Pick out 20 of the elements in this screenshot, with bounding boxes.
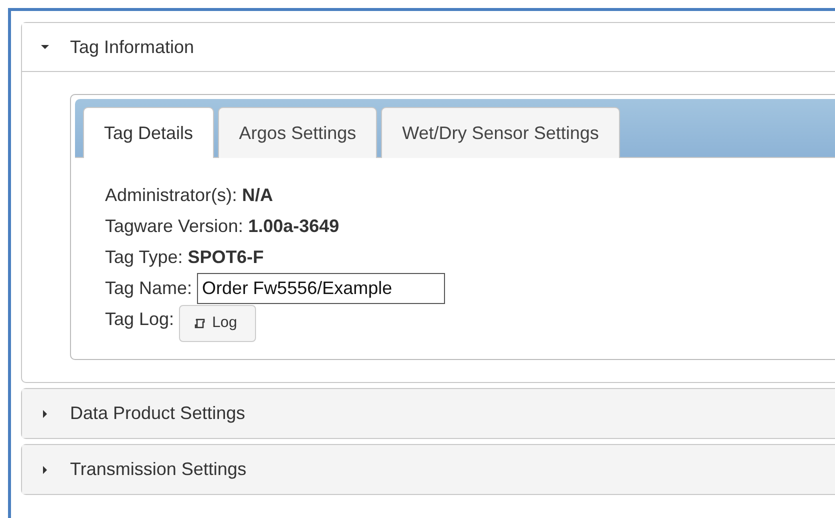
log-button[interactable]: Log [179, 305, 256, 342]
caret-right-icon[interactable] [40, 408, 50, 418]
tab[interactable]: Tag Details [83, 107, 214, 158]
panel-title[interactable]: Tag Information [70, 34, 194, 60]
field-label: Administrator(s): [105, 184, 238, 207]
caret-down-icon[interactable] [40, 42, 50, 52]
field-value: 1.00a-3649 [248, 215, 340, 238]
field-label: Tag Log: [105, 308, 174, 331]
panel-title[interactable]: Data Product Settings [70, 400, 246, 427]
caret-right-icon[interactable] [40, 464, 50, 474]
input-field[interactable]: Order Fw5556/Example [197, 273, 446, 304]
tab[interactable]: Wet/Dry Sensor Settings [381, 107, 620, 158]
field-label: Tag Type: [105, 246, 183, 269]
scroll-icon [194, 318, 206, 329]
panel-title[interactable]: Transmission Settings [70, 456, 246, 483]
field-label: Tagware Version: [105, 215, 244, 238]
tab[interactable]: Argos Settings [218, 107, 378, 158]
field-label: Tag Name: [105, 277, 192, 300]
field-value: N/A [242, 184, 274, 207]
field-value: SPOT6-F [188, 246, 264, 269]
